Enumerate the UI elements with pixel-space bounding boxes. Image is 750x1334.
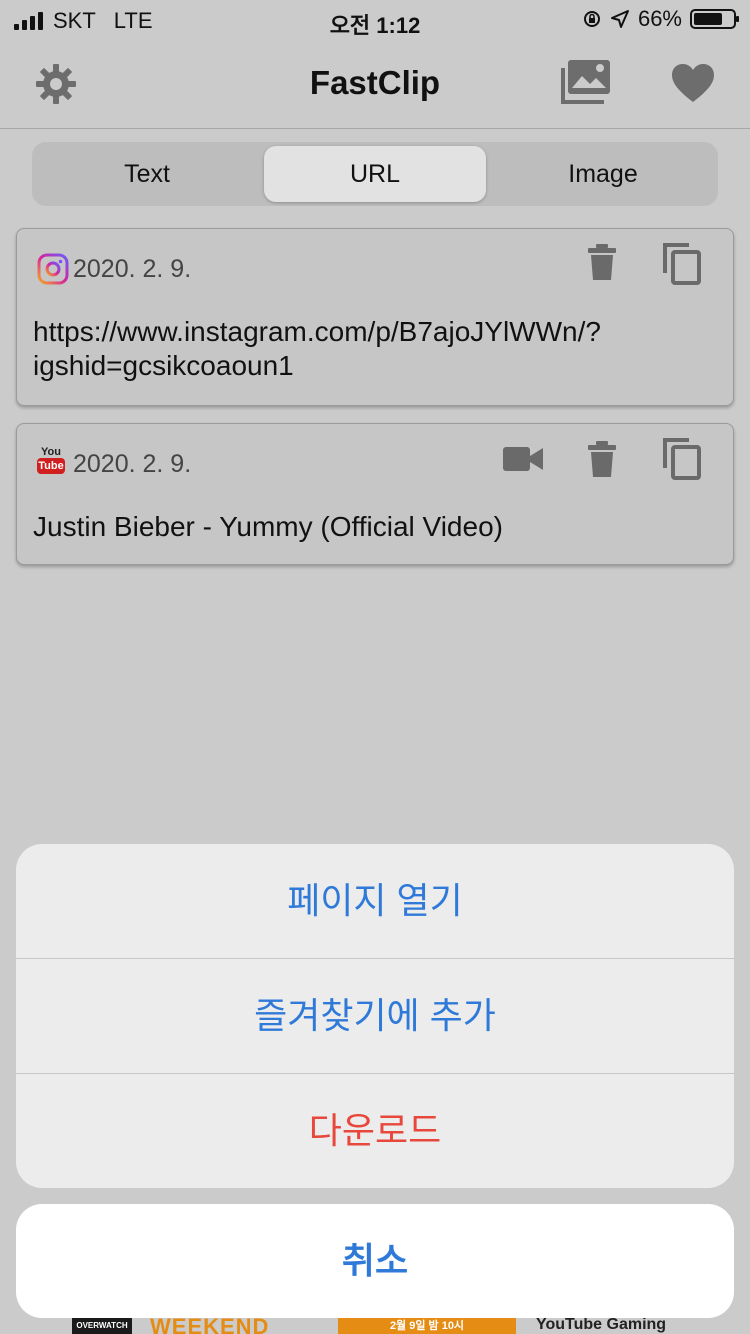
status-right: 66% [582,6,739,32]
tab-url[interactable]: URL [264,146,486,202]
instagram-icon [37,253,69,290]
location-icon [610,10,629,28]
open-page-button[interactable]: 페이지 열기 [16,844,734,959]
app-title: FastClip [309,64,441,101]
battery-icon [690,9,739,29]
download-button[interactable]: 다운로드 [16,1074,734,1188]
clip-url-line-1: https://www.instagram.com/p/B7ajoJYlWWn/… [33,316,601,347]
clip-title: Justin Bieber - Yummy (Official Video) [33,511,503,542]
copy-icon[interactable] [661,436,703,485]
trash-icon[interactable] [587,440,617,483]
banner-channel: YouTube Gaming [536,1318,667,1333]
youtube-icon-tube: Tube [37,458,65,474]
copy-icon[interactable] [661,241,703,290]
battery-percent: 66% [637,6,682,31]
photos-icon[interactable] [560,58,612,111]
clip-url: https://www.instagram.com/p/B7ajoJYlWWn/… [33,315,601,383]
rotation-lock-icon [583,11,600,27]
action-sheet: 페이지 열기 즐겨찾기에 추가 다운로드 [16,844,734,1188]
status-bar: SKT LTE 오전 1:12 66% [0,0,750,40]
clip-date: 2020. 2. 9. [73,450,192,478]
trash-icon[interactable] [587,243,617,286]
tab-text[interactable]: Text [36,146,258,202]
youtube-icon: You Tube [37,446,65,474]
segmented-control: Text URL Image [32,142,718,206]
video-camera-icon[interactable] [503,446,543,477]
tab-image[interactable]: Image [492,146,714,202]
banner-brand: OVERWATCH [72,1318,132,1334]
banner-headline: WEEKEND [150,1318,270,1334]
banner-date: 2월 9일 밤 10시 [338,1318,516,1334]
nav-bar: FastClip [0,40,750,129]
cancel-button[interactable]: 취소 [16,1204,734,1318]
clip-date: 2020. 2. 9. [73,255,192,283]
ad-banner[interactable]: OVERWATCH WEEKEND 2월 9일 밤 10시 YouTube Ga… [0,1318,750,1334]
clip-card-instagram[interactable]: 2020. 2. 9. https://www.instagram.com/p/… [16,228,734,406]
clip-url-line-2: igshid=gcsikcoaoun1 [33,350,294,381]
add-favorite-button[interactable]: 즐겨찾기에 추가 [16,959,734,1074]
heart-icon[interactable] [670,62,716,109]
clip-card-youtube[interactable]: You Tube 2020. 2. 9. Justin Bieber - Yum… [16,423,734,565]
youtube-icon-you: You [41,446,61,458]
